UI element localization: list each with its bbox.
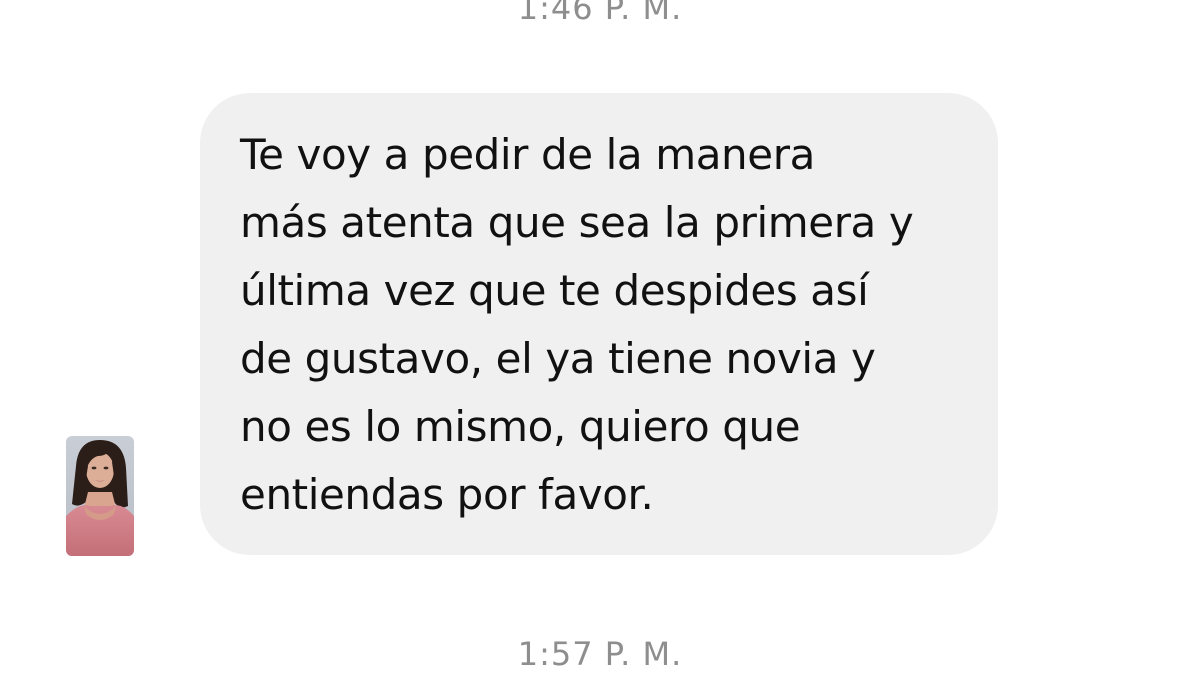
timestamp-bottom: 1:57 P. M. bbox=[517, 635, 683, 673]
chat-screen: 1:46 P. M. Te voy a pedir de la manera m… bbox=[0, 0, 1200, 675]
sender-avatar[interactable] bbox=[66, 436, 134, 556]
message-bubble[interactable]: Te voy a pedir de la manera más atenta q… bbox=[200, 93, 998, 555]
avatar-photo bbox=[66, 436, 134, 556]
timestamp-top: 1:46 P. M. bbox=[517, 0, 683, 27]
message-text: Te voy a pedir de la manera más atenta q… bbox=[240, 130, 914, 519]
